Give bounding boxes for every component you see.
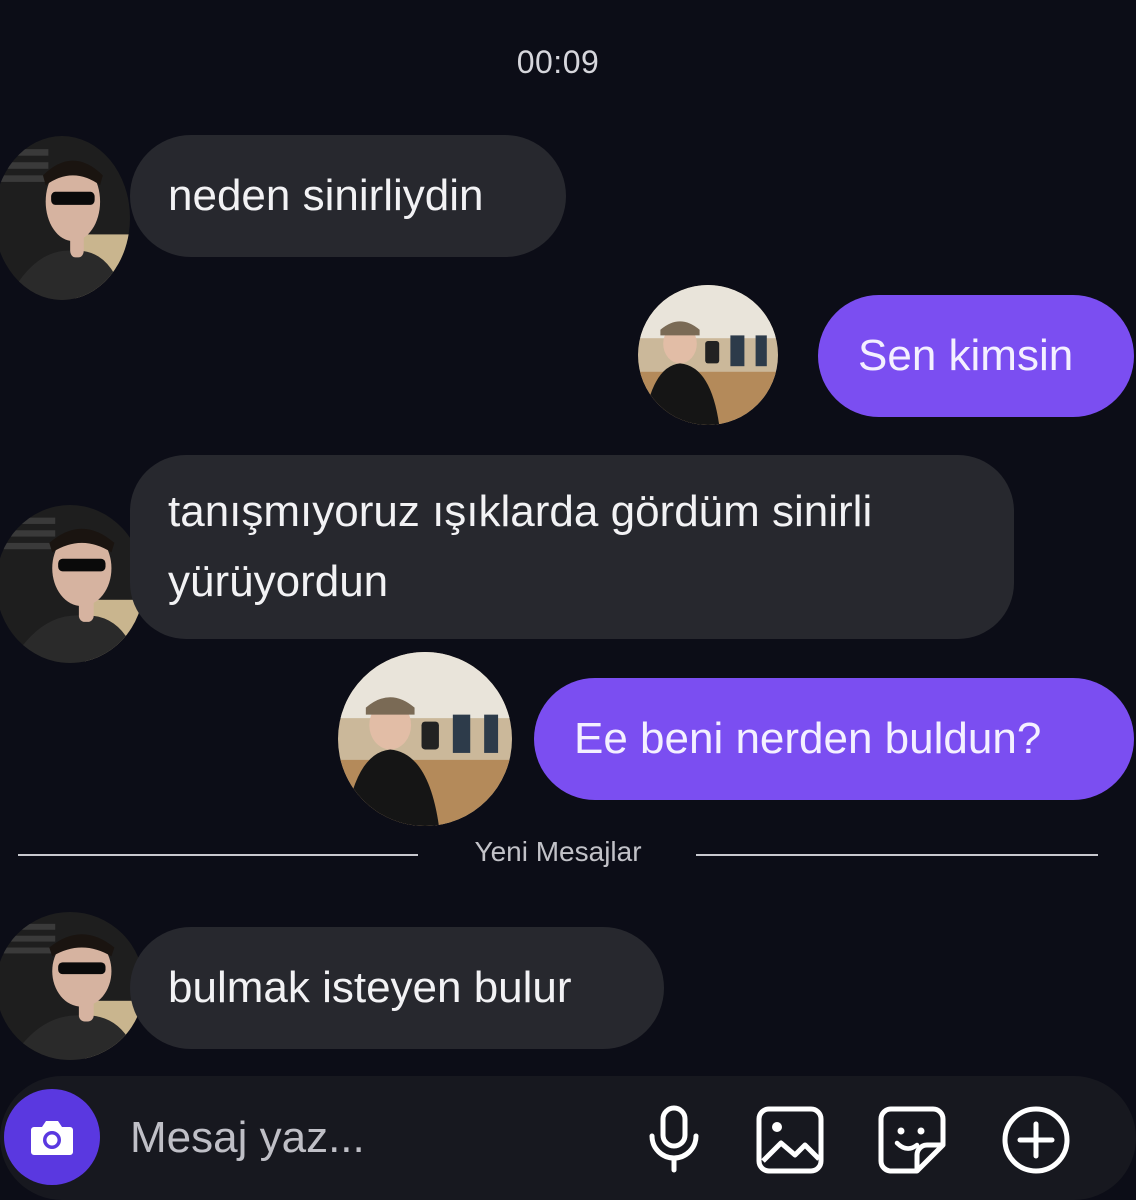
- chat-timestamp: 00:09: [516, 44, 600, 80]
- plus-icon: [1002, 1106, 1070, 1174]
- divider-line-left: [18, 854, 418, 856]
- my-avatar[interactable]: [338, 652, 512, 826]
- sender-avatar[interactable]: [0, 505, 144, 663]
- sender-avatar[interactable]: [0, 136, 130, 300]
- divider-line-right: [696, 854, 1098, 856]
- camera-icon: [31, 1121, 73, 1155]
- message-bubble-outgoing[interactable]: Ee beni nerden buldun?: [534, 678, 1134, 800]
- microphone-button[interactable]: [638, 1104, 710, 1176]
- my-avatar[interactable]: [638, 285, 778, 425]
- more-options-button[interactable]: [1000, 1104, 1072, 1176]
- image-icon: [756, 1106, 824, 1174]
- sender-avatar[interactable]: [0, 912, 144, 1060]
- message-composer: [0, 1076, 1136, 1200]
- sticker-icon: [878, 1106, 946, 1174]
- camera-button[interactable]: [4, 1089, 100, 1185]
- message-input[interactable]: [130, 1106, 590, 1170]
- message-bubble-incoming[interactable]: neden sinirliydin: [130, 135, 566, 257]
- sticker-button[interactable]: [876, 1104, 948, 1176]
- message-bubble-outgoing[interactable]: Sen kimsin: [818, 295, 1134, 417]
- new-messages-divider: Yeni Mesajlar: [474, 836, 642, 867]
- microphone-icon: [649, 1105, 699, 1173]
- gallery-button[interactable]: [754, 1104, 826, 1176]
- message-bubble-incoming[interactable]: bulmak isteyen bulur: [130, 927, 664, 1049]
- message-bubble-incoming[interactable]: tanışmıyoruz ışıklarda gördüm sinirli yü…: [130, 455, 1014, 639]
